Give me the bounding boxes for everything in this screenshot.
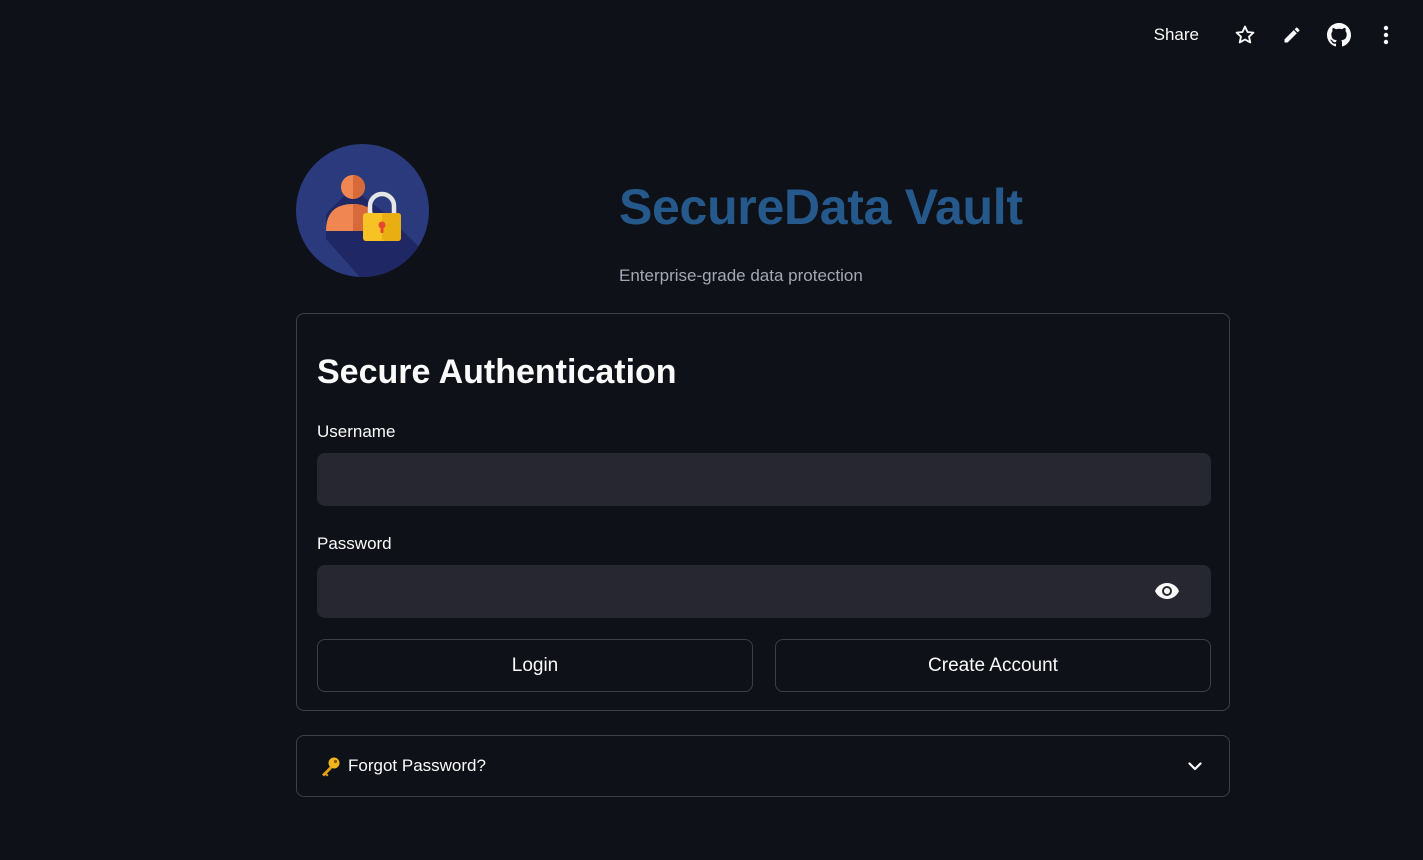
username-label: Username bbox=[317, 422, 396, 441]
password-field-container bbox=[317, 565, 1211, 618]
app-subtitle: Enterprise-grade data protection bbox=[619, 266, 863, 285]
username-input[interactable] bbox=[317, 453, 1211, 506]
key-icon bbox=[319, 756, 341, 778]
user-lock-icon bbox=[296, 144, 429, 277]
chevron-down-icon[interactable] bbox=[1185, 756, 1205, 776]
pencil-icon[interactable] bbox=[1275, 18, 1309, 52]
login-button[interactable]: Login bbox=[317, 639, 753, 692]
share-button[interactable]: Share bbox=[1142, 25, 1211, 45]
auth-heading: Secure Authentication bbox=[317, 353, 677, 391]
forgot-password-label: Forgot Password? bbox=[348, 756, 486, 775]
kebab-menu-icon[interactable] bbox=[1369, 18, 1403, 52]
forgot-password-expander[interactable]: Forgot Password? bbox=[296, 735, 1230, 797]
username-field-container bbox=[317, 453, 1211, 506]
top-toolbar: Share bbox=[1142, 18, 1403, 52]
password-input[interactable] bbox=[317, 565, 1211, 618]
star-icon[interactable] bbox=[1228, 18, 1262, 52]
password-label: Password bbox=[317, 534, 392, 553]
auth-form-card: Secure Authentication Username Password … bbox=[296, 313, 1230, 711]
create-account-button[interactable]: Create Account bbox=[775, 639, 1211, 692]
show-password-eye-icon[interactable] bbox=[1153, 579, 1181, 603]
github-icon[interactable] bbox=[1322, 18, 1356, 52]
app-title: SecureData Vault bbox=[619, 179, 1023, 235]
app-page: Share SecureData Vault Enterprise-grade … bbox=[0, 0, 1423, 860]
